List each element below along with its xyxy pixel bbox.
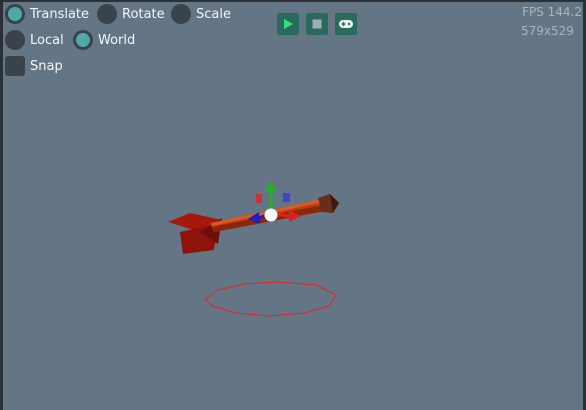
rotate-radio[interactable] [97, 4, 117, 24]
rotate-option[interactable]: Rotate [97, 3, 165, 25]
translate-label: Translate [30, 6, 90, 22]
world-label: World [98, 32, 136, 48]
scale-radio[interactable] [171, 4, 191, 24]
scale-label: Scale [196, 6, 231, 22]
stop-button[interactable] [306, 13, 328, 35]
play-icon [284, 19, 293, 29]
snap-label: Snap [30, 58, 63, 74]
play-button[interactable] [277, 13, 299, 35]
translate-gizmo[interactable] [248, 181, 301, 224]
shadow-ring [204, 281, 337, 317]
translate-option[interactable]: Translate [5, 3, 89, 25]
translate-radio[interactable] [5, 4, 25, 24]
world-option[interactable]: World [73, 29, 135, 51]
gamepad-button[interactable] [335, 13, 357, 35]
fps-counter: FPS 144.2 [522, 5, 582, 19]
world-radio[interactable] [73, 30, 93, 50]
local-radio[interactable] [5, 30, 25, 50]
stop-icon [312, 19, 322, 29]
rotate-label: Rotate [122, 6, 165, 22]
resolution-readout: 579x529 [521, 24, 574, 38]
local-label: Local [30, 32, 64, 48]
rocket-model[interactable] [168, 194, 339, 254]
viewport-3d[interactable] [0, 0, 586, 410]
scale-option[interactable]: Scale [171, 3, 231, 25]
snap-checkbox[interactable] [5, 56, 25, 76]
snap-option[interactable]: Snap [5, 55, 63, 77]
local-option[interactable]: Local [5, 29, 64, 51]
gamepad-icon [339, 20, 353, 28]
